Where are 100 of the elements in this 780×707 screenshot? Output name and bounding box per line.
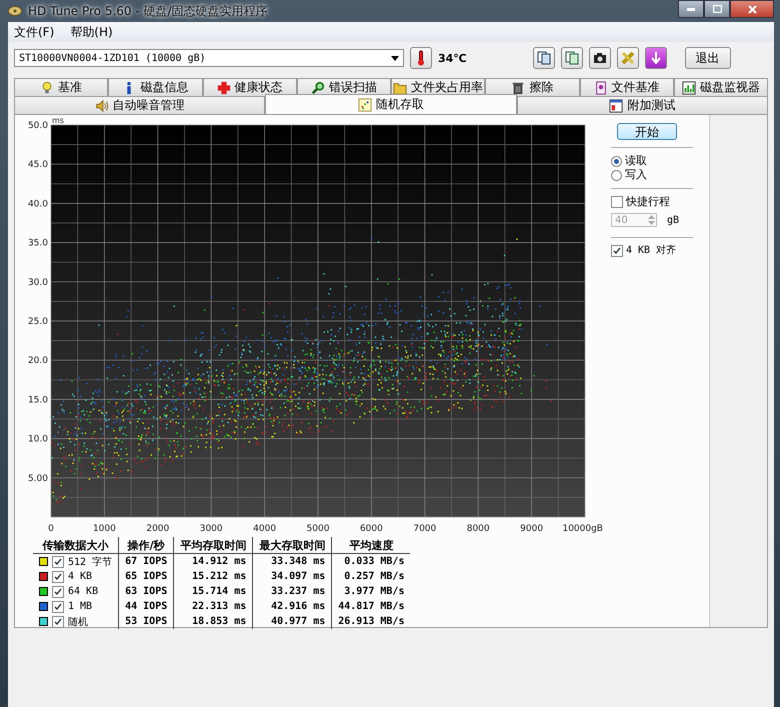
start-button[interactable]: 开始 — [617, 123, 677, 140]
thermometer-icon[interactable] — [410, 47, 432, 69]
table-cell: 34.097 ms — [252, 569, 332, 584]
x-tick-label: 8000 — [466, 524, 490, 534]
caret-icon — [391, 56, 399, 60]
close-icon — [748, 4, 756, 14]
tab[interactable]: 健康状态 — [202, 78, 297, 96]
copy-icon[interactable] — [560, 47, 583, 69]
checkbox-label: 快捷行程 — [626, 196, 670, 208]
radio-button[interactable] — [611, 170, 622, 180]
table-cell: 33.348 ms — [252, 554, 332, 569]
table-cell: 65 IOPS — [118, 569, 174, 584]
table-cell: 3.977 MB/s — [332, 584, 410, 599]
x-tick-label: 4000 — [253, 524, 276, 534]
checkbox[interactable] — [611, 245, 623, 257]
radio-label: 读取 — [625, 155, 647, 167]
bar-chart-icon — [682, 80, 696, 94]
y-tick-label: 5.00 — [28, 474, 48, 484]
series-label: 4 KB — [68, 571, 92, 582]
document-icon — [594, 80, 608, 94]
table-cell: 0.257 MB/s — [332, 569, 410, 584]
temperature-reading: 34℃ — [438, 52, 467, 64]
y-tick-label: 30.0 — [28, 278, 48, 288]
menu-item[interactable]: 帮助(H) — [70, 24, 113, 40]
tab[interactable]: 随机存取 — [265, 94, 517, 114]
table-cell: 44 IOPS — [118, 599, 174, 614]
download-icon[interactable] — [644, 47, 667, 69]
drive-dropdown[interactable]: ST10000VN0004-1ZD101 (10000 gB) — [14, 49, 404, 67]
x-tick-label: 1000 — [92, 524, 116, 534]
unit-label: gB — [667, 214, 680, 226]
x-tick-label: 6000 — [360, 524, 383, 534]
y-axis-unit: ms — [52, 116, 64, 125]
table-cell: 15.212 ms — [174, 569, 253, 584]
minimize-button[interactable] — [678, 0, 704, 18]
table-cell: 26.913 MB/s — [332, 614, 410, 629]
y-tick-label: 10.0 — [28, 434, 48, 445]
checkbox[interactable] — [611, 196, 623, 208]
y-tick-label: 20.0 — [28, 356, 48, 366]
tab[interactable]: 擦除 — [485, 78, 580, 96]
table-cell: 14.912 ms — [174, 554, 253, 569]
minimize-icon — [687, 8, 695, 10]
speaker-icon — [94, 98, 109, 112]
tab[interactable]: 磁盘信息 — [108, 78, 202, 96]
tools-icon[interactable] — [616, 47, 639, 69]
y-tick-label: 15.0 — [28, 395, 48, 406]
magnifier-icon — [310, 80, 325, 94]
x-tick-label: 3000 — [200, 524, 223, 534]
checkbox[interactable] — [52, 570, 64, 582]
x-tick-label: 0 — [48, 524, 54, 534]
menu-item[interactable]: 文件(F) — [14, 24, 54, 40]
spin-arrows-icon — [647, 214, 656, 226]
camera-icon[interactable] — [588, 47, 611, 69]
maximize-button[interactable] — [704, 0, 730, 18]
close-button[interactable] — [730, 0, 774, 18]
table-cell: 33.237 ms — [252, 584, 332, 599]
tab[interactable]: 自动噪音管理 — [14, 96, 266, 114]
x-tick-label: 5000 — [306, 524, 330, 534]
table-cell: 67 IOPS — [118, 554, 174, 569]
checkbox[interactable] — [52, 556, 64, 568]
table-cell: 18.853 ms — [174, 614, 253, 629]
table-cell: 44.817 MB/s — [332, 599, 410, 614]
tab[interactable]: 磁盘监视器 — [674, 78, 768, 96]
lightbulb-icon — [40, 80, 54, 94]
column-header: 平均速度 — [332, 537, 410, 554]
disk-app-icon — [8, 5, 22, 17]
radio-label: 写入 — [625, 169, 647, 181]
y-tick-label: 50.0 — [28, 121, 48, 131]
column-header: 传输数据大小 — [33, 537, 119, 554]
radio-button[interactable] — [611, 156, 622, 166]
copy-icon[interactable] — [532, 47, 555, 69]
column-header: 平均存取时间 — [174, 537, 253, 554]
table-cell: 63 IOPS — [118, 584, 174, 599]
trash-can-icon — [511, 80, 526, 94]
checkbox[interactable] — [52, 616, 64, 628]
series-label: 1 MB — [68, 601, 92, 612]
y-tick-label: 45.0 — [28, 160, 48, 170]
table-cell: 53 IOPS — [118, 614, 174, 629]
tab[interactable]: 文件基准 — [580, 78, 674, 96]
column-header: 最大存取时间 — [252, 537, 332, 554]
scatter-icon — [358, 98, 372, 112]
column-header: 操作/秒 — [118, 537, 174, 554]
table-cell: 40.977 ms — [252, 614, 332, 629]
table-cell: 0.033 MB/s — [332, 554, 410, 569]
x-tick-label: 2000 — [146, 524, 170, 534]
x-tick-label: 7000 — [413, 524, 436, 534]
y-tick-label: 25.0 — [28, 317, 48, 327]
cross-icon — [216, 80, 231, 94]
y-tick-label: 35.0 — [28, 238, 48, 249]
tab[interactable]: 附加测试 — [516, 96, 768, 114]
exit-button[interactable]: 退出 — [684, 47, 731, 69]
window-title: HD Tune Pro 5.60 - 硬盘/固态硬盘实用程序 — [28, 2, 268, 20]
checkbox[interactable] — [52, 586, 64, 598]
tab[interactable]: 基准 — [14, 78, 108, 96]
series-label: 512 字节 — [68, 556, 112, 568]
table-cell: 22.313 ms — [174, 599, 253, 614]
series-label: 随机 — [68, 616, 88, 628]
checkbox-label: 4 KB 对齐 — [626, 245, 676, 257]
checkbox[interactable] — [52, 600, 64, 612]
table-cell: 42.916 ms — [252, 599, 332, 614]
table-cell: 15.714 ms — [174, 584, 253, 599]
